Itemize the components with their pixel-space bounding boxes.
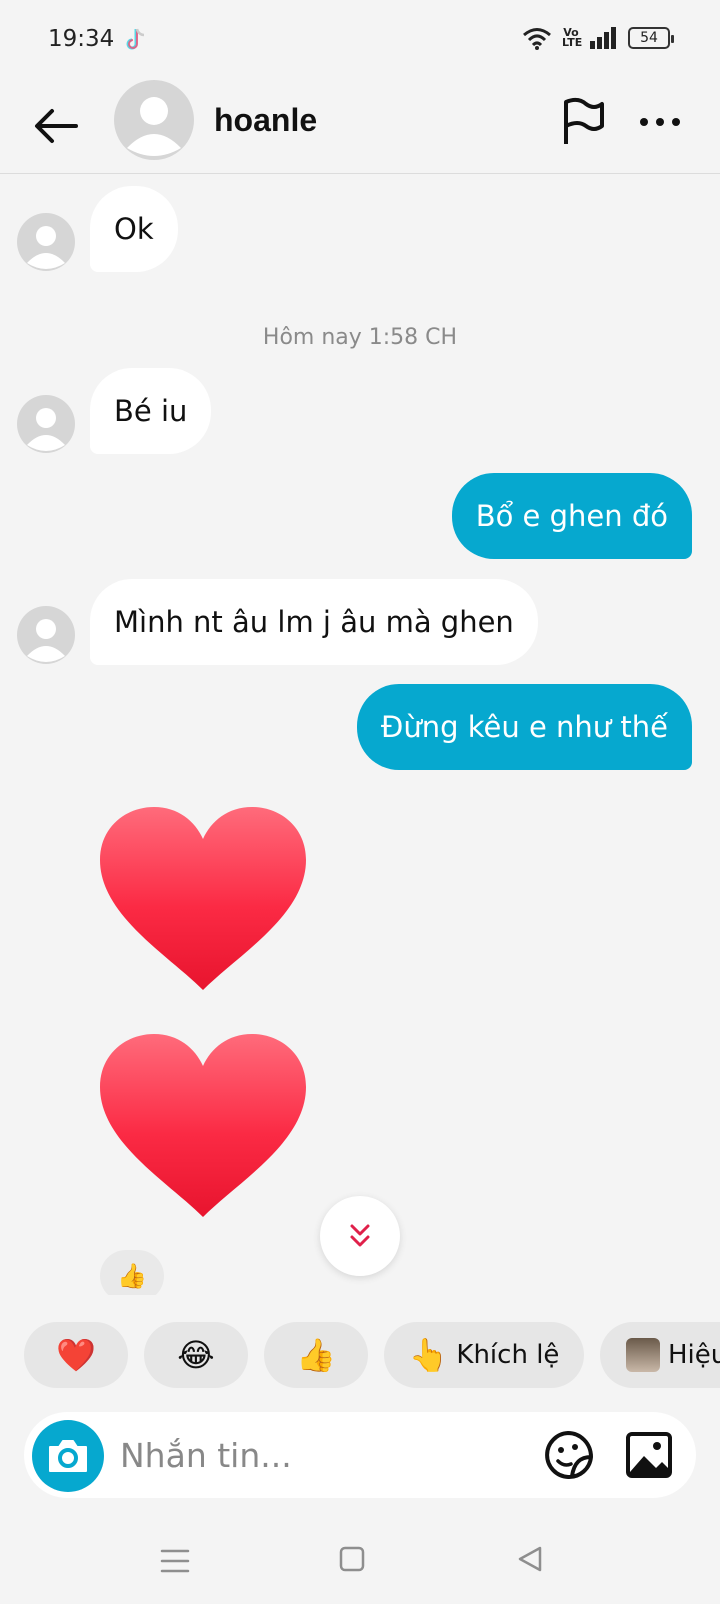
contact-name[interactable]: hoanle — [214, 102, 317, 139]
back-triangle-icon[interactable] — [516, 1544, 544, 1574]
avatar[interactable] — [16, 394, 76, 454]
thumbs-up-emoji-icon: 👍 — [296, 1336, 336, 1374]
reaction-badge[interactable]: 👍 — [100, 1250, 164, 1295]
effect-thumbnail-icon — [626, 1338, 660, 1372]
quick-reply-heart[interactable]: ❤️ — [24, 1322, 128, 1388]
battery-icon: 54 — [628, 27, 674, 49]
message-bubble-outgoing[interactable]: Bổ e ghen đó — [451, 473, 692, 559]
quick-reply-encourage[interactable]: 👆 Khích lệ — [384, 1322, 584, 1388]
scroll-to-bottom-button[interactable] — [320, 1196, 400, 1276]
quick-reply-thumbs-up[interactable]: 👍 — [264, 1322, 368, 1388]
volte-icon: Vo LTE — [562, 26, 583, 49]
battery-level: 54 — [640, 30, 658, 46]
flag-icon — [564, 97, 604, 144]
status-time: 19:34 — [48, 26, 115, 52]
more-horizontal-icon — [640, 118, 680, 126]
image-icon — [626, 1432, 672, 1478]
back-button[interactable] — [30, 100, 82, 152]
arrow-left-icon — [35, 109, 78, 143]
status-bar: 19:34 Vo LTE 54 — [0, 0, 720, 80]
message-input[interactable] — [120, 1426, 520, 1484]
message-bubble-incoming[interactable]: Mình nt âu lm j âu mà ghen — [90, 579, 538, 665]
quick-reply-label: Khích lệ — [456, 1340, 560, 1370]
report-button[interactable] — [558, 96, 610, 148]
system-navigation-bar — [0, 1524, 720, 1604]
heart-emoji-icon: ❤️ — [56, 1336, 96, 1374]
quick-reply-laugh[interactable]: 😂 — [144, 1322, 248, 1388]
avatar[interactable] — [114, 80, 194, 160]
sticker-icon — [545, 1431, 593, 1479]
message-bubble-incoming[interactable]: Bé iu — [90, 368, 212, 454]
menu-icon[interactable] — [158, 1546, 192, 1576]
camera-button[interactable] — [32, 1420, 104, 1492]
pointing-up-emoji-icon: 👆 — [408, 1336, 449, 1374]
message-list[interactable]: Ok Hôm nay 1:58 CH Bé iu Bổ e ghen đó Mì… — [0, 175, 720, 1295]
avatar[interactable] — [16, 212, 76, 272]
heart-sticker[interactable] — [98, 805, 308, 995]
sticker-button[interactable] — [544, 1430, 594, 1480]
quick-reply-bar[interactable]: ❤️ 😂 👍 👆 Khích lệ Hiệu — [0, 1322, 720, 1388]
home-icon[interactable] — [338, 1544, 366, 1574]
wifi-icon — [523, 28, 551, 50]
quick-reply-label: Hiệu — [668, 1340, 720, 1370]
camera-icon — [49, 1440, 87, 1472]
status-icons: Vo LTE 54 — [522, 26, 674, 50]
chevrons-down-icon — [350, 1224, 370, 1247]
message-bubble-incoming[interactable]: Ok — [90, 186, 178, 272]
laughing-emoji-icon: 😂 — [177, 1336, 215, 1374]
more-options-button[interactable] — [634, 96, 686, 148]
signal-icon — [590, 27, 616, 49]
message-composer — [24, 1412, 696, 1498]
heart-sticker[interactable] — [98, 1032, 308, 1222]
date-separator: Hôm nay 1:58 CH — [262, 325, 458, 350]
tiktok-icon — [126, 28, 145, 50]
avatar[interactable] — [16, 605, 76, 665]
message-bubble-outgoing[interactable]: Đừng kêu e như thế — [356, 684, 692, 770]
gallery-button[interactable] — [624, 1430, 674, 1480]
chat-header: hoanle — [0, 80, 720, 174]
quick-reply-effect[interactable]: Hiệu — [600, 1322, 720, 1388]
